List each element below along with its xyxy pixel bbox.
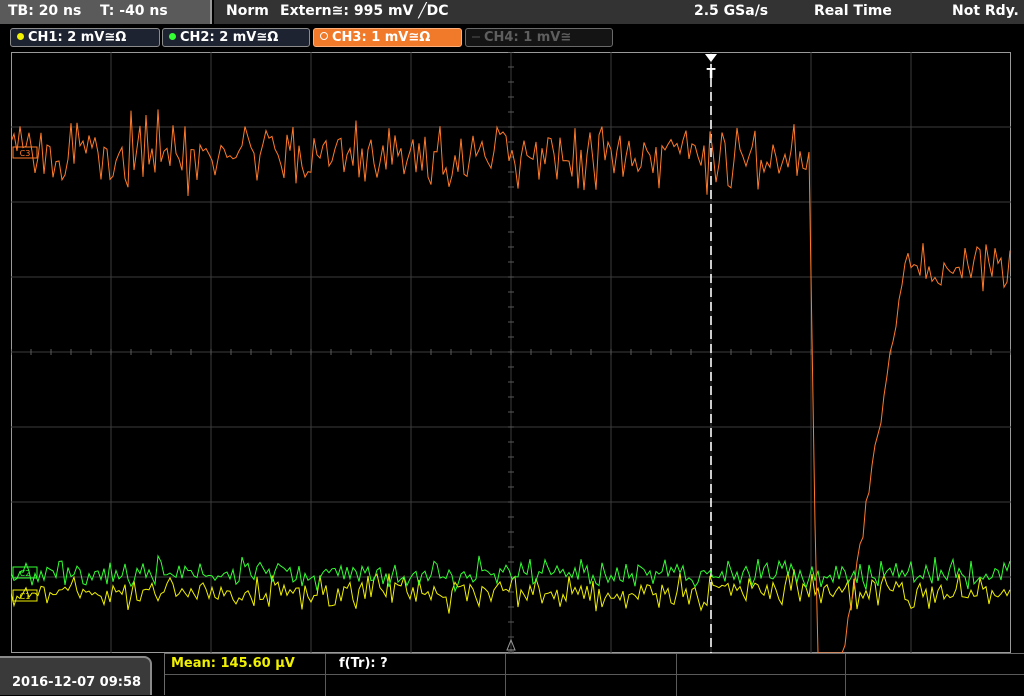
ch1-ground-marker[interactable]: C1	[12, 589, 38, 602]
channel-tab-ch3[interactable]: CH3: 1 mV≅Ω	[313, 28, 462, 47]
channel-label: CH4: 1 mV≅	[484, 30, 572, 45]
ch3-indicator-icon	[320, 32, 328, 40]
svg-text:C2: C2	[20, 569, 31, 578]
waveform-display[interactable]: T C3 C2 C1	[11, 52, 1011, 653]
trigger-mode: Norm	[226, 3, 269, 19]
mean-measurement: Mean: 145.60 µV	[171, 656, 295, 671]
datetime-box: 2016-12-07 09:58	[0, 656, 152, 695]
timebase-readout: TB: 20 ns	[8, 3, 82, 19]
svg-text:C3: C3	[20, 149, 31, 158]
channel-label: CH3: 1 mV≅Ω	[332, 30, 431, 45]
trigger-source: Extern≅: 995 mV ╱DC	[280, 3, 449, 19]
channel-tab-ch2[interactable]: CH2: 2 mV≅Ω	[162, 28, 310, 47]
trigger-time-readout: T: -40 ns	[100, 3, 168, 19]
trigger-label: T	[707, 67, 716, 82]
channel-label: CH1: 2 mV≅Ω	[28, 30, 127, 45]
channel-tab-ch1[interactable]: CH1: 2 mV≅Ω	[10, 28, 160, 47]
frequency-measurement: f(Tr): ?	[339, 656, 388, 671]
sample-rate: 2.5 GSa/s	[694, 3, 769, 19]
ch4-off-icon	[472, 36, 480, 38]
top-status-bar: TB: 20 ns T: -40 ns Norm Extern≅: 995 mV…	[0, 0, 1024, 24]
ch1-indicator-icon	[17, 33, 24, 40]
channel-bar: CH1: 2 mV≅Ω CH2: 2 mV≅Ω CH3: 1 mV≅Ω CH4:…	[0, 24, 1024, 50]
acquisition-status: Not Rdy.	[952, 3, 1019, 19]
ch2-indicator-icon	[169, 33, 176, 40]
waveform-svg: T C3 C2 C1	[11, 52, 1011, 653]
measurement-panel[interactable]: Mean: 145.60 µV f(Tr): ?	[164, 653, 1024, 696]
timebase-box[interactable]: TB: 20 ns T: -40 ns	[0, 0, 212, 24]
acquisition-mode: Real Time	[814, 3, 892, 19]
channel-tab-ch4[interactable]: CH4: 1 mV≅	[465, 28, 613, 47]
trigger-status-box[interactable]: Norm Extern≅: 995 mV ╱DC 2.5 GSa/s Real …	[214, 0, 1024, 24]
channel-label: CH2: 2 mV≅Ω	[180, 30, 279, 45]
ch2-ground-marker[interactable]: C2	[12, 566, 38, 579]
svg-text:C1: C1	[20, 592, 31, 601]
datetime: 2016-12-07 09:58	[12, 675, 142, 690]
trigger-marker-icon	[705, 54, 717, 62]
